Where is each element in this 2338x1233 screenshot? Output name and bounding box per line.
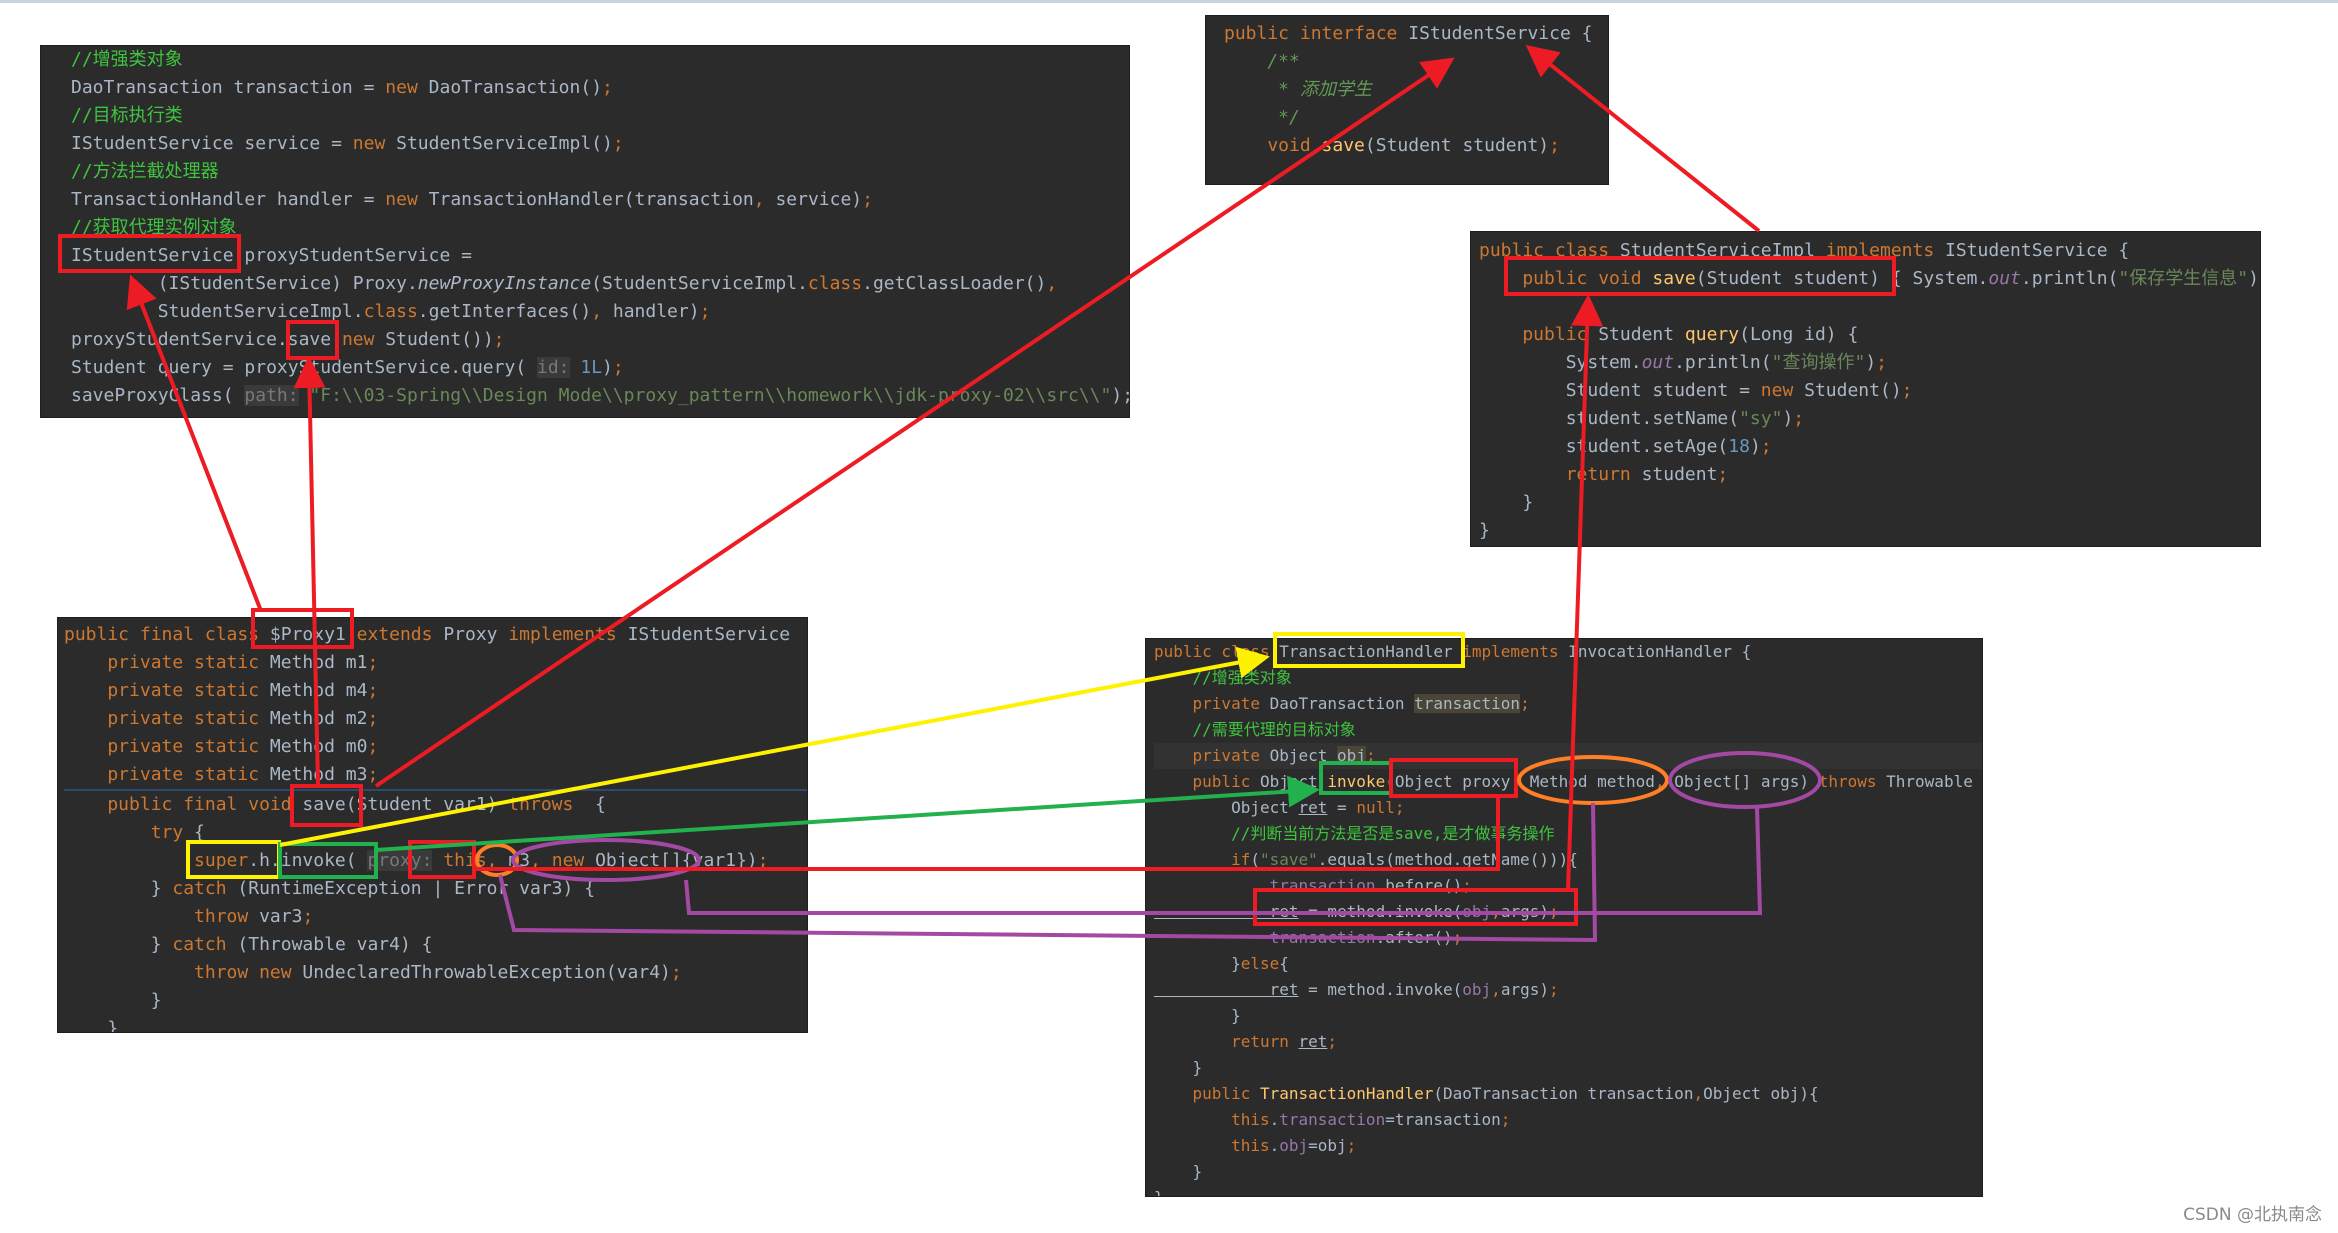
arrow-proxy-to-interface-type [126, 274, 263, 612]
annotation-overlay [58, 45, 1896, 943]
ellipse-args-param [1668, 751, 1822, 809]
box-istudentservice [58, 234, 241, 273]
arrow-impl-to-interface [1525, 45, 1761, 233]
line-m3-to-method-param [498, 802, 1598, 943]
box-client-save [286, 320, 339, 360]
box-proxy1 [251, 608, 354, 649]
box-method-invoke [1253, 888, 1578, 926]
watermark: CSDN @北执南念 [2183, 1205, 2322, 1225]
ellipse-args-array [511, 838, 701, 882]
line-args-to-args-param [684, 806, 1763, 915]
box-object-proxy [1389, 758, 1518, 798]
box-proxy-save [290, 784, 363, 827]
box-impl-save [1504, 256, 1896, 296]
box-transaction-handler [1273, 632, 1465, 668]
arrow-proxy-save-to-client-save [293, 356, 326, 787]
box-invoke-decl [1319, 761, 1393, 795]
ellipse-method-param [1517, 755, 1669, 805]
box-invoke-call [278, 842, 378, 879]
arrow-proxy-save-to-interface [374, 57, 1455, 788]
box-super-h [186, 840, 281, 879]
